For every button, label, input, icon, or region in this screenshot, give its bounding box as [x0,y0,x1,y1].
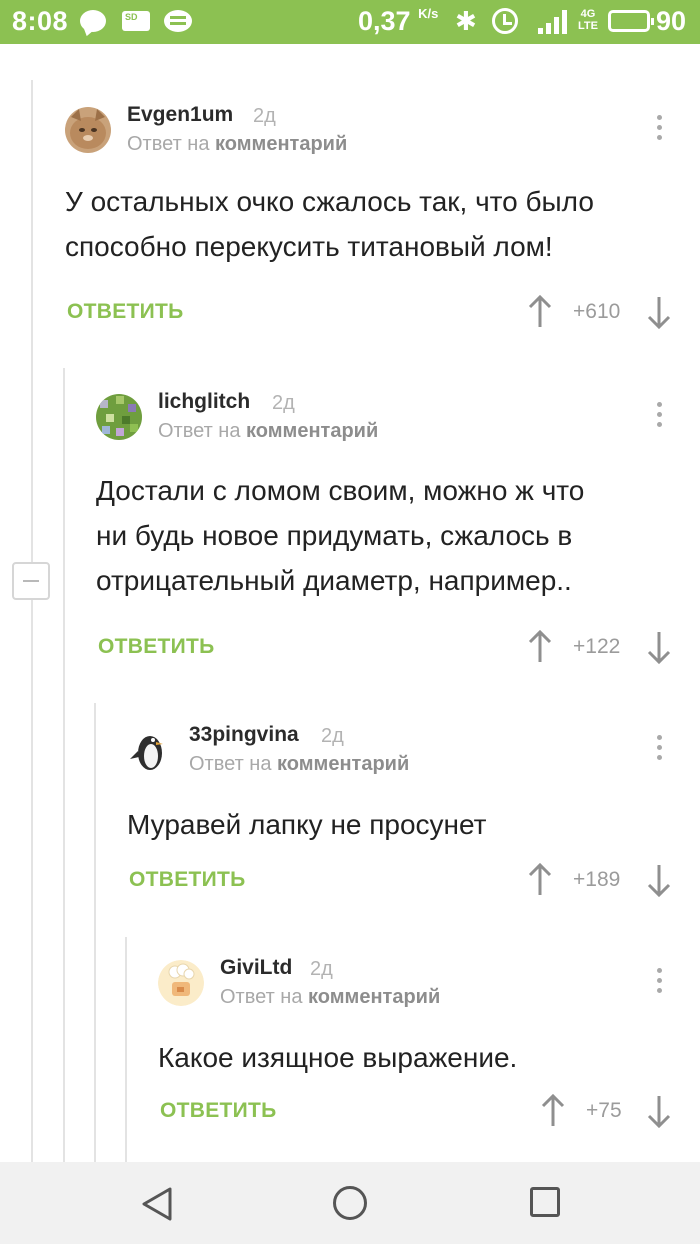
comment: Evgen1um 2д Ответ на комментарий У остал… [65,103,685,337]
downvote-icon[interactable] [646,1094,672,1128]
reply-to-link[interactable]: Ответ на комментарий [189,753,409,776]
comment-age: 2д [272,392,295,414]
comment: 33pingvina 2д Ответ на комментарий Мурав… [127,723,687,907]
thread-line-level-2 [63,368,65,1162]
system-nav-bar [0,1162,700,1244]
reply-button[interactable]: ОТВЕТИТЬ [98,635,215,659]
downvote-icon[interactable] [646,863,672,897]
avatar[interactable] [127,727,173,773]
cat-avatar-image [65,107,111,153]
recents-icon[interactable] [530,1187,560,1217]
upvote-icon[interactable] [527,295,553,329]
comment-score: +75 [586,1099,622,1122]
downvote-icon[interactable] [646,295,672,329]
comment-author[interactable]: 33pingvina [189,723,299,747]
status-time: 8:08 [12,6,69,36]
reply-button[interactable]: ОТВЕТИТЬ [160,1099,277,1123]
comment-age: 2д [321,725,344,747]
more-options-icon[interactable] [654,733,664,763]
back-icon[interactable] [140,1186,174,1222]
chef-avatar-image [158,960,204,1006]
more-options-icon[interactable] [654,113,664,143]
avatar[interactable] [65,107,111,153]
comment: lichglitch 2д Ответ на комментарий Доста… [96,390,686,674]
comment: GiviLtd 2д Ответ на комментарий Какое из… [158,956,688,1140]
message-notification-icon [164,10,192,32]
downvote-icon[interactable] [646,630,672,664]
battery-icon [608,10,654,32]
comment-author[interactable]: GiviLtd [220,956,292,980]
battery-percent: 90 [656,6,687,36]
reply-button[interactable]: ОТВЕТИТЬ [67,300,184,324]
comment-author[interactable]: Evgen1um [127,103,233,127]
reply-to-link[interactable]: Ответ на комментарий [220,986,440,1009]
avatar[interactable] [96,394,142,440]
more-options-icon[interactable] [654,400,664,430]
upvote-icon[interactable] [540,1094,566,1128]
alarm-icon [492,8,518,34]
thread-line-level-4 [125,937,127,1162]
reply-to-link[interactable]: Ответ на комментарий [158,420,378,443]
thread-line-level-1 [31,80,33,1162]
comment-age: 2д [310,958,333,980]
comment-text: Достали с ломом своим, можно ж что ни бу… [96,475,585,596]
status-bar: 8:08 SD 0,37 K/s ✱ 4G LTE 90 [0,0,700,44]
reply-button[interactable]: ОТВЕТИТЬ [129,868,246,892]
chat-notification-icon [80,10,106,32]
signal-icon [538,10,572,34]
sd-card-icon: SD [122,11,150,31]
more-options-icon[interactable] [654,966,664,996]
comment-score: +610 [573,300,621,323]
avatar[interactable] [158,960,204,1006]
thread-line-level-3 [94,703,96,1162]
bluetooth-icon: ✱ [455,6,477,36]
collapse-thread-button[interactable] [12,562,50,600]
home-icon[interactable] [333,1186,367,1220]
upvote-icon[interactable] [527,863,553,897]
comment-score: +122 [573,635,621,658]
comment-text: Какое изящное выражение. [158,1042,518,1073]
pixel-avatar-image [96,394,142,440]
network-speed: 0,37 K/s [358,6,439,36]
reply-to-link[interactable]: Ответ на комментарий [127,133,347,156]
comment-score: +189 [573,868,621,891]
comment-author[interactable]: lichglitch [158,390,250,414]
penguin-avatar-image [127,727,173,773]
upvote-icon[interactable] [527,630,553,664]
comment-age: 2д [253,105,276,127]
network-type-icon: 4G LTE [578,8,598,32]
comment-text: Муравей лапку не просунет [127,809,487,840]
comment-text: У остальных очко сжалось так, что было с… [65,186,594,262]
